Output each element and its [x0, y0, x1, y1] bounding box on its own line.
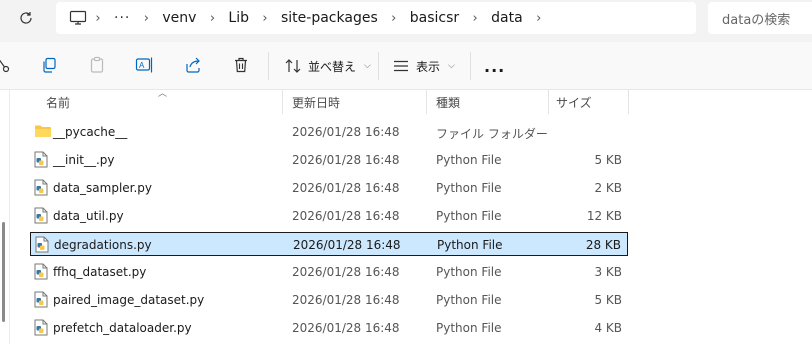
file-list-pane: ︿ 名前 更新日時 種類 サイズ __pycache__ 2026/01/28 1… — [0, 89, 812, 344]
column-header-type[interactable]: 種類 — [436, 94, 460, 111]
column-divider[interactable] — [282, 90, 283, 114]
file-size: 4 KB — [594, 321, 622, 335]
file-type: Python File — [436, 153, 502, 167]
chevron-right-icon[interactable]: › — [136, 11, 156, 26]
breadcrumb-item-data[interactable]: data — [485, 10, 529, 26]
column-divider[interactable] — [548, 90, 549, 114]
file-modified-date: 2026/01/28 16:48 — [292, 265, 400, 279]
refresh-icon — [20, 12, 32, 24]
sort-icon — [285, 59, 301, 73]
file-type: Python File — [436, 181, 502, 195]
file-type: Python File — [436, 321, 502, 335]
file-type: Python File — [436, 209, 502, 223]
file-row[interactable]: prefetch_dataloader.py 2026/01/28 16:48 Py… — [30, 316, 628, 340]
column-header-modified[interactable]: 更新日時 — [292, 94, 340, 111]
file-modified-date: 2026/01/28 16:48 — [292, 181, 400, 195]
file-size: 2 KB — [594, 181, 622, 195]
file-row[interactable]: data_util.py 2026/01/28 16:48 Python File 1… — [30, 204, 628, 228]
chevron-right-icon[interactable]: › — [255, 11, 275, 26]
column-divider[interactable] — [426, 90, 427, 114]
column-header-size[interactable]: サイズ — [556, 94, 592, 111]
toolbar-divider — [268, 52, 269, 80]
breadcrumb-item-basicsr[interactable]: basicsr — [404, 10, 465, 26]
file-size: 3 KB — [594, 265, 622, 279]
chevron-down-icon: ⌵ — [448, 61, 455, 71]
file-row[interactable]: degradations.py 2026/01/28 16:48 Python Fi… — [30, 232, 628, 256]
share-icon[interactable] — [182, 54, 204, 76]
chevron-down-icon: ⌵ — [364, 61, 371, 71]
breadcrumb-overflow-button[interactable]: ··· — [108, 10, 136, 26]
chevron-right-icon[interactable]: › — [384, 11, 404, 26]
file-name: prefetch_dataloader.py — [53, 321, 192, 335]
file-name: degradations.py — [54, 238, 152, 252]
toolbar-divider — [378, 52, 379, 80]
python-file-icon — [34, 319, 50, 337]
file-name: data_util.py — [53, 209, 124, 223]
breadcrumb[interactable]: › ··· › venv › Lib › site-packages › bas… — [56, 2, 696, 34]
refresh-button[interactable] — [10, 6, 42, 30]
search-input[interactable]: dataの検索 — [708, 2, 812, 34]
view-button[interactable]: 表示 ⌵ — [392, 52, 455, 80]
file-modified-date: 2026/01/28 16:48 — [292, 321, 400, 335]
file-type: ファイル フォルダー — [436, 127, 548, 141]
toolbar-divider — [470, 52, 471, 80]
file-type: Python File — [436, 293, 502, 307]
python-file-icon — [34, 151, 50, 169]
cut-icon[interactable] — [0, 54, 14, 76]
file-type: Python File — [436, 265, 502, 279]
navigation-scrollbar[interactable] — [2, 222, 5, 322]
column-header-name[interactable]: 名前 — [46, 94, 70, 111]
file-name: paired_image_dataset.py — [53, 293, 205, 307]
breadcrumb-item-lib[interactable]: Lib — [222, 10, 255, 26]
rename-icon[interactable]: A — [134, 54, 156, 76]
file-name: ffhq_dataset.py — [53, 265, 147, 279]
view-label: 表示 — [416, 59, 441, 74]
folder-icon — [34, 123, 51, 141]
file-row[interactable]: __init__.py 2026/01/28 16:48 Python File 5 … — [30, 148, 628, 172]
file-modified-date: 2026/01/28 16:48 — [292, 293, 400, 307]
address-bar-row: › ··· › venv › Lib › site-packages › bas… — [0, 0, 812, 42]
paste-icon[interactable] — [86, 54, 108, 76]
file-row[interactable]: data_sampler.py 2026/01/28 16:48 Python Fi… — [30, 176, 628, 200]
column-divider[interactable] — [628, 90, 629, 114]
breadcrumb-item-site-packages[interactable]: site-packages — [275, 10, 384, 26]
file-modified-date: 2026/01/28 16:48 — [292, 125, 400, 139]
chevron-right-icon[interactable]: › — [202, 11, 222, 26]
file-size: 5 KB — [594, 153, 622, 167]
chevron-right-icon[interactable]: › — [88, 11, 108, 26]
file-row[interactable]: ffhq_dataset.py 2026/01/28 16:48 Python Fi… — [30, 260, 628, 284]
file-row[interactable]: paired_image_dataset.py 2026/01/28 16:48 P… — [30, 288, 628, 312]
file-modified-date: 2026/01/28 16:48 — [292, 209, 400, 223]
column-header-row: ︿ 名前 更新日時 種類 サイズ — [30, 89, 630, 114]
svg-text:A: A — [139, 61, 145, 70]
python-file-icon — [34, 291, 50, 309]
file-size: 5 KB — [594, 293, 622, 307]
view-list-icon — [394, 60, 408, 72]
chevron-right-icon[interactable]: › — [529, 11, 549, 26]
command-bar: A 並べ替え ⌵ 表示 ⌵ ... — [0, 42, 812, 90]
file-modified-date: 2026/01/28 16:48 — [292, 153, 400, 167]
copy-icon[interactable] — [38, 54, 60, 76]
navigation-pane-edge — [0, 90, 10, 344]
python-file-icon — [34, 263, 50, 281]
file-size: 28 KB — [585, 238, 621, 252]
file-name: data_sampler.py — [53, 181, 153, 195]
file-type: Python File — [437, 238, 503, 252]
python-file-icon — [34, 207, 50, 225]
file-name: __init__.py — [53, 153, 115, 167]
more-options-button[interactable]: ... — [484, 52, 505, 80]
python-file-icon — [34, 179, 50, 197]
sort-ascending-icon: ︿ — [158, 89, 168, 99]
file-row[interactable]: __pycache__ 2026/01/28 16:48 ファイル フォルダー — [30, 120, 628, 144]
chevron-right-icon[interactable]: › — [465, 11, 485, 26]
computer-icon[interactable] — [68, 8, 88, 28]
sort-label: 並べ替え — [308, 59, 357, 74]
sort-button[interactable]: 並べ替え ⌵ — [284, 52, 371, 80]
python-file-icon — [35, 236, 51, 254]
breadcrumb-item-venv[interactable]: venv — [156, 10, 202, 26]
file-modified-date: 2026/01/28 16:48 — [293, 238, 401, 252]
file-name: __pycache__ — [53, 125, 128, 139]
file-size: 12 KB — [586, 209, 622, 223]
delete-icon[interactable] — [230, 54, 252, 76]
